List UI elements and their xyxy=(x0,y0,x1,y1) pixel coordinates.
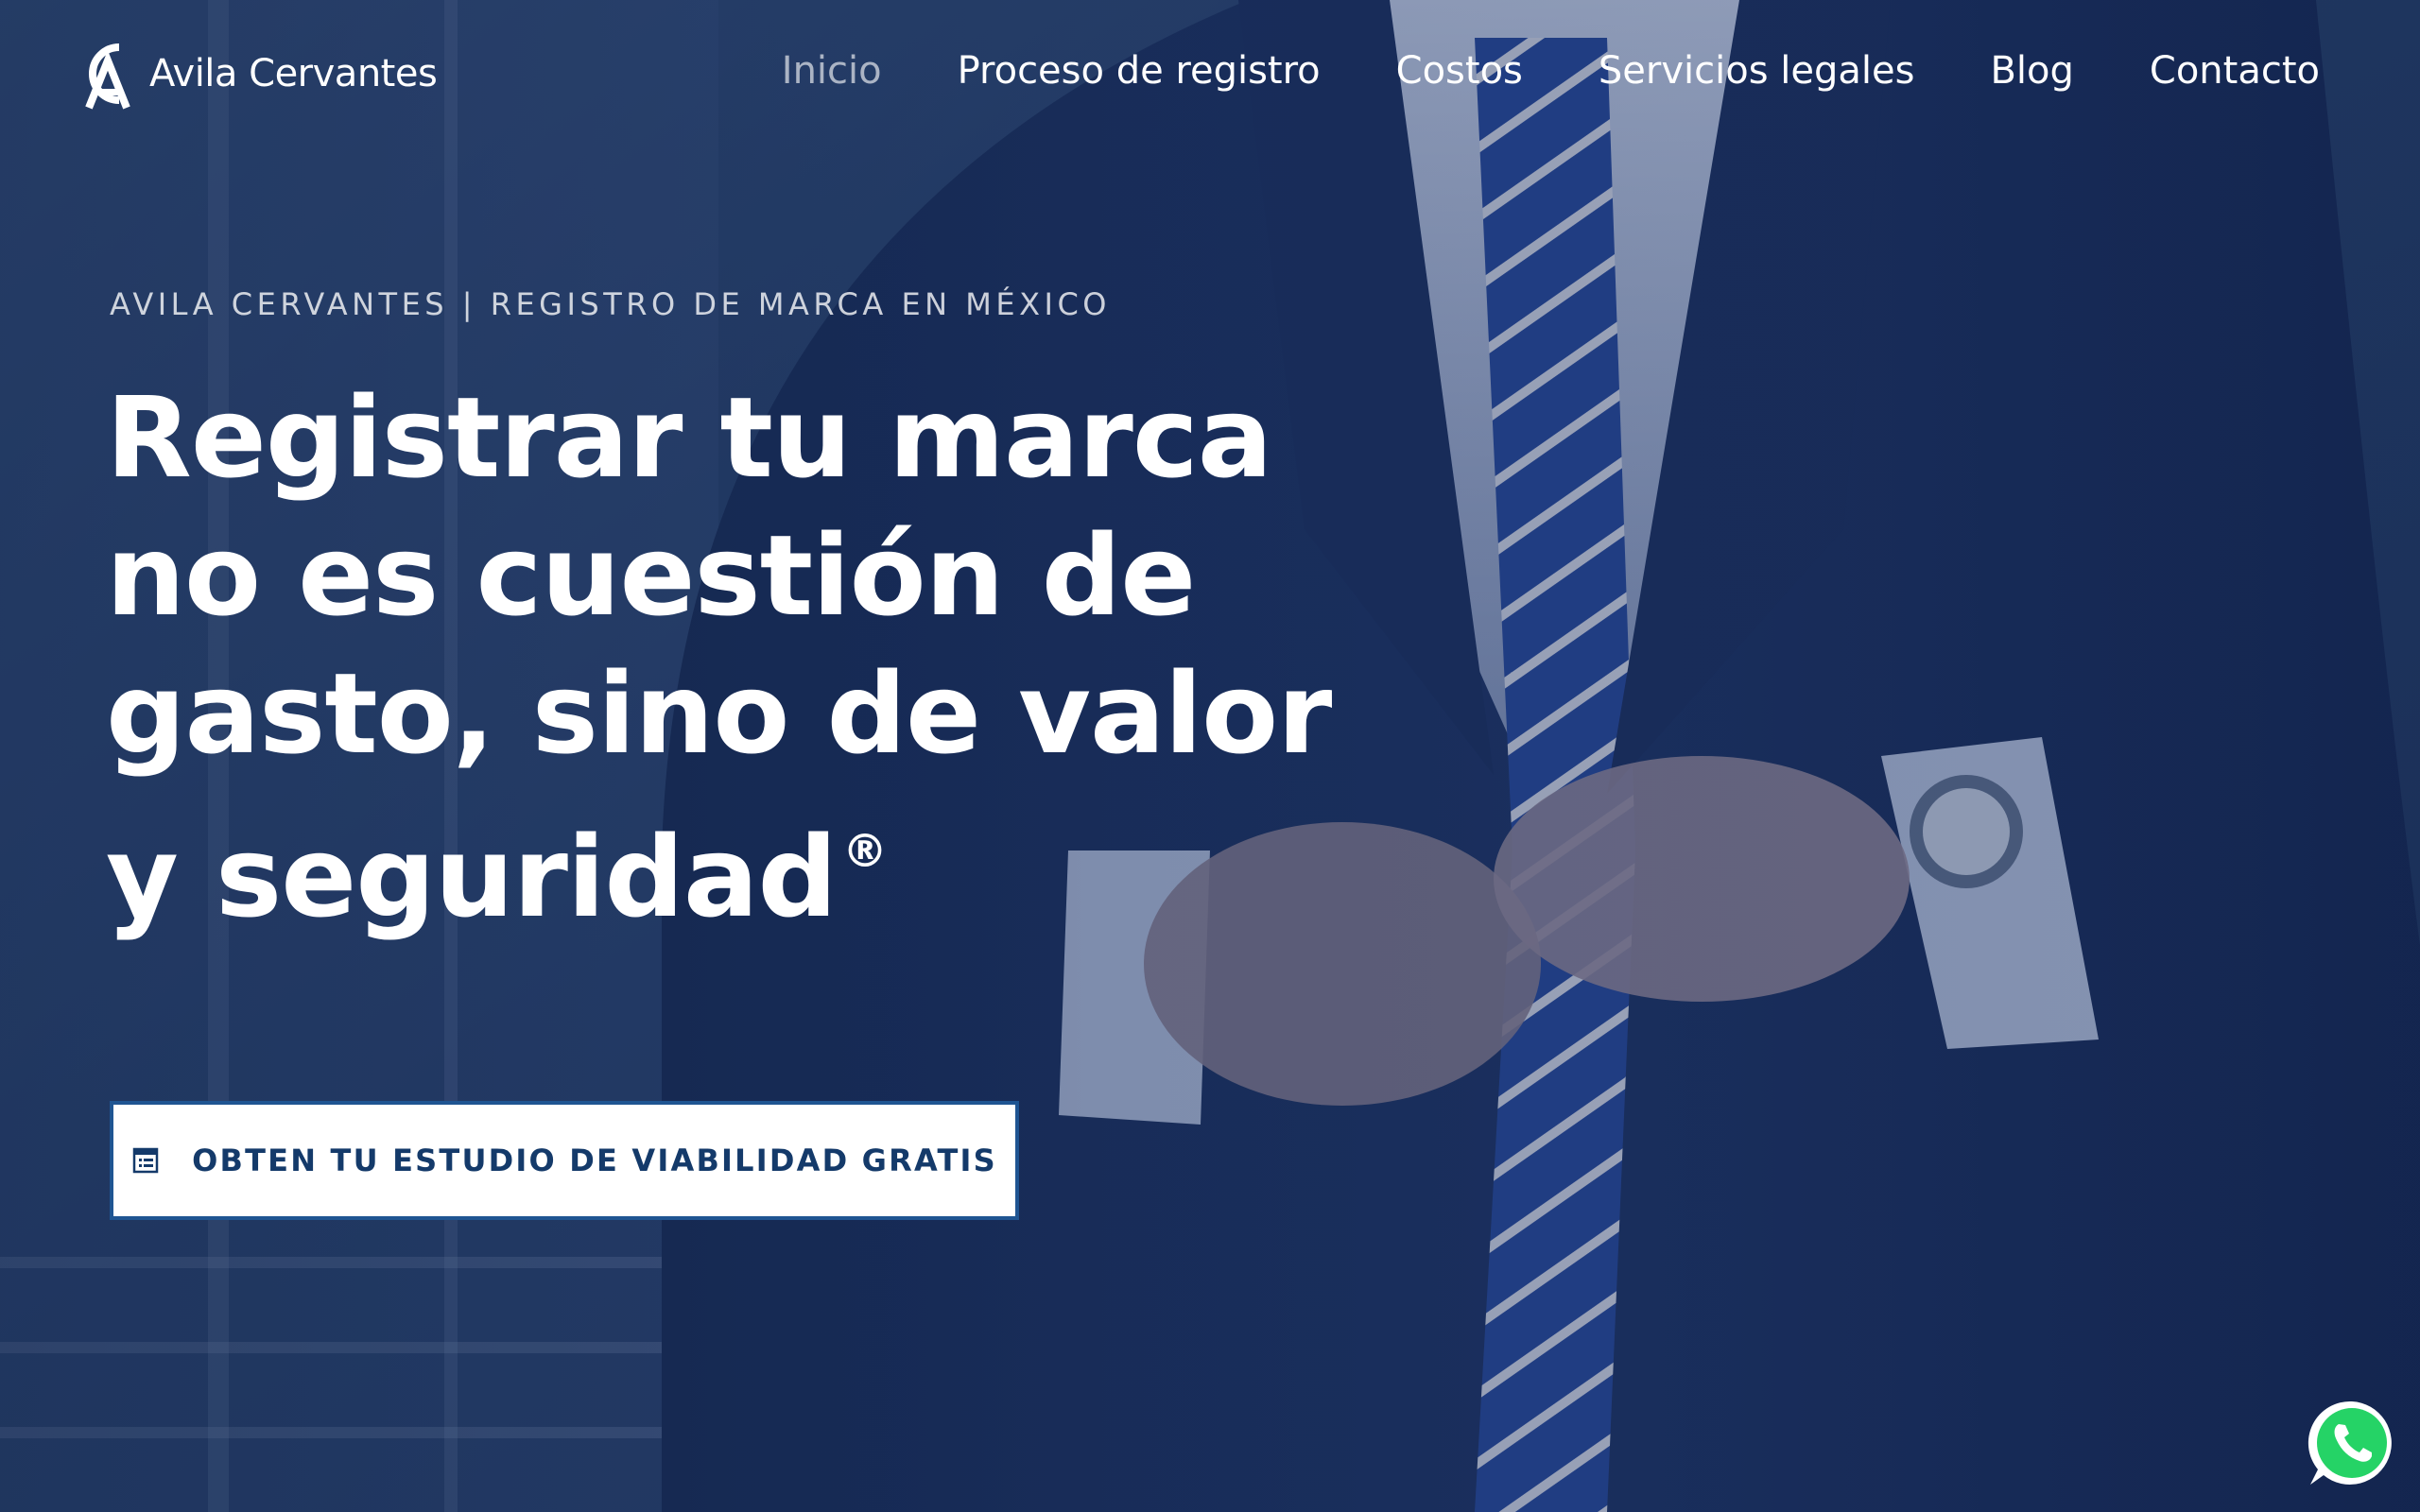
brand-logo[interactable]: Avila Cervantes xyxy=(76,36,438,112)
nav-item-contacto[interactable]: Contacto xyxy=(2150,49,2320,93)
headline-line-3: gasto, sino de valor xyxy=(106,648,1332,779)
brand-name: Avila Cervantes xyxy=(149,52,438,95)
nav-item-blog[interactable]: Blog xyxy=(1990,49,2073,93)
nav-item-servicios-legales[interactable]: Servicios legales xyxy=(1599,49,1915,93)
hero-headline: Registrar tu marca no es cuestión de gas… xyxy=(106,369,1335,946)
nav-item-proceso-de-registro[interactable]: Proceso de registro xyxy=(958,49,1321,93)
headline-line-4: y seguridad xyxy=(106,812,838,942)
nav-item-costos[interactable]: Costos xyxy=(1396,49,1523,93)
hero-eyebrow: AVILA CERVANTES | REGISTRO DE MARCA EN M… xyxy=(110,286,1111,322)
headline-line-2: no es cuestión de xyxy=(106,510,1196,641)
registered-trademark-symbol: ® xyxy=(841,825,888,878)
form-icon xyxy=(132,1147,159,1174)
logo-mark-icon xyxy=(85,43,130,110)
nav-item-inicio[interactable]: Inicio xyxy=(782,49,882,93)
cta-label: OBTEN TU ESTUDIO DE VIABILIDAD GRATIS xyxy=(192,1143,997,1178)
headline-line-1: Registrar tu marca xyxy=(106,372,1272,503)
main-navigation: Inicio Proceso de registro Costos Servic… xyxy=(782,49,2320,93)
free-viability-study-button[interactable]: OBTEN TU ESTUDIO DE VIABILIDAD GRATIS xyxy=(110,1101,1019,1220)
whatsapp-icon[interactable] xyxy=(2305,1396,2399,1490)
